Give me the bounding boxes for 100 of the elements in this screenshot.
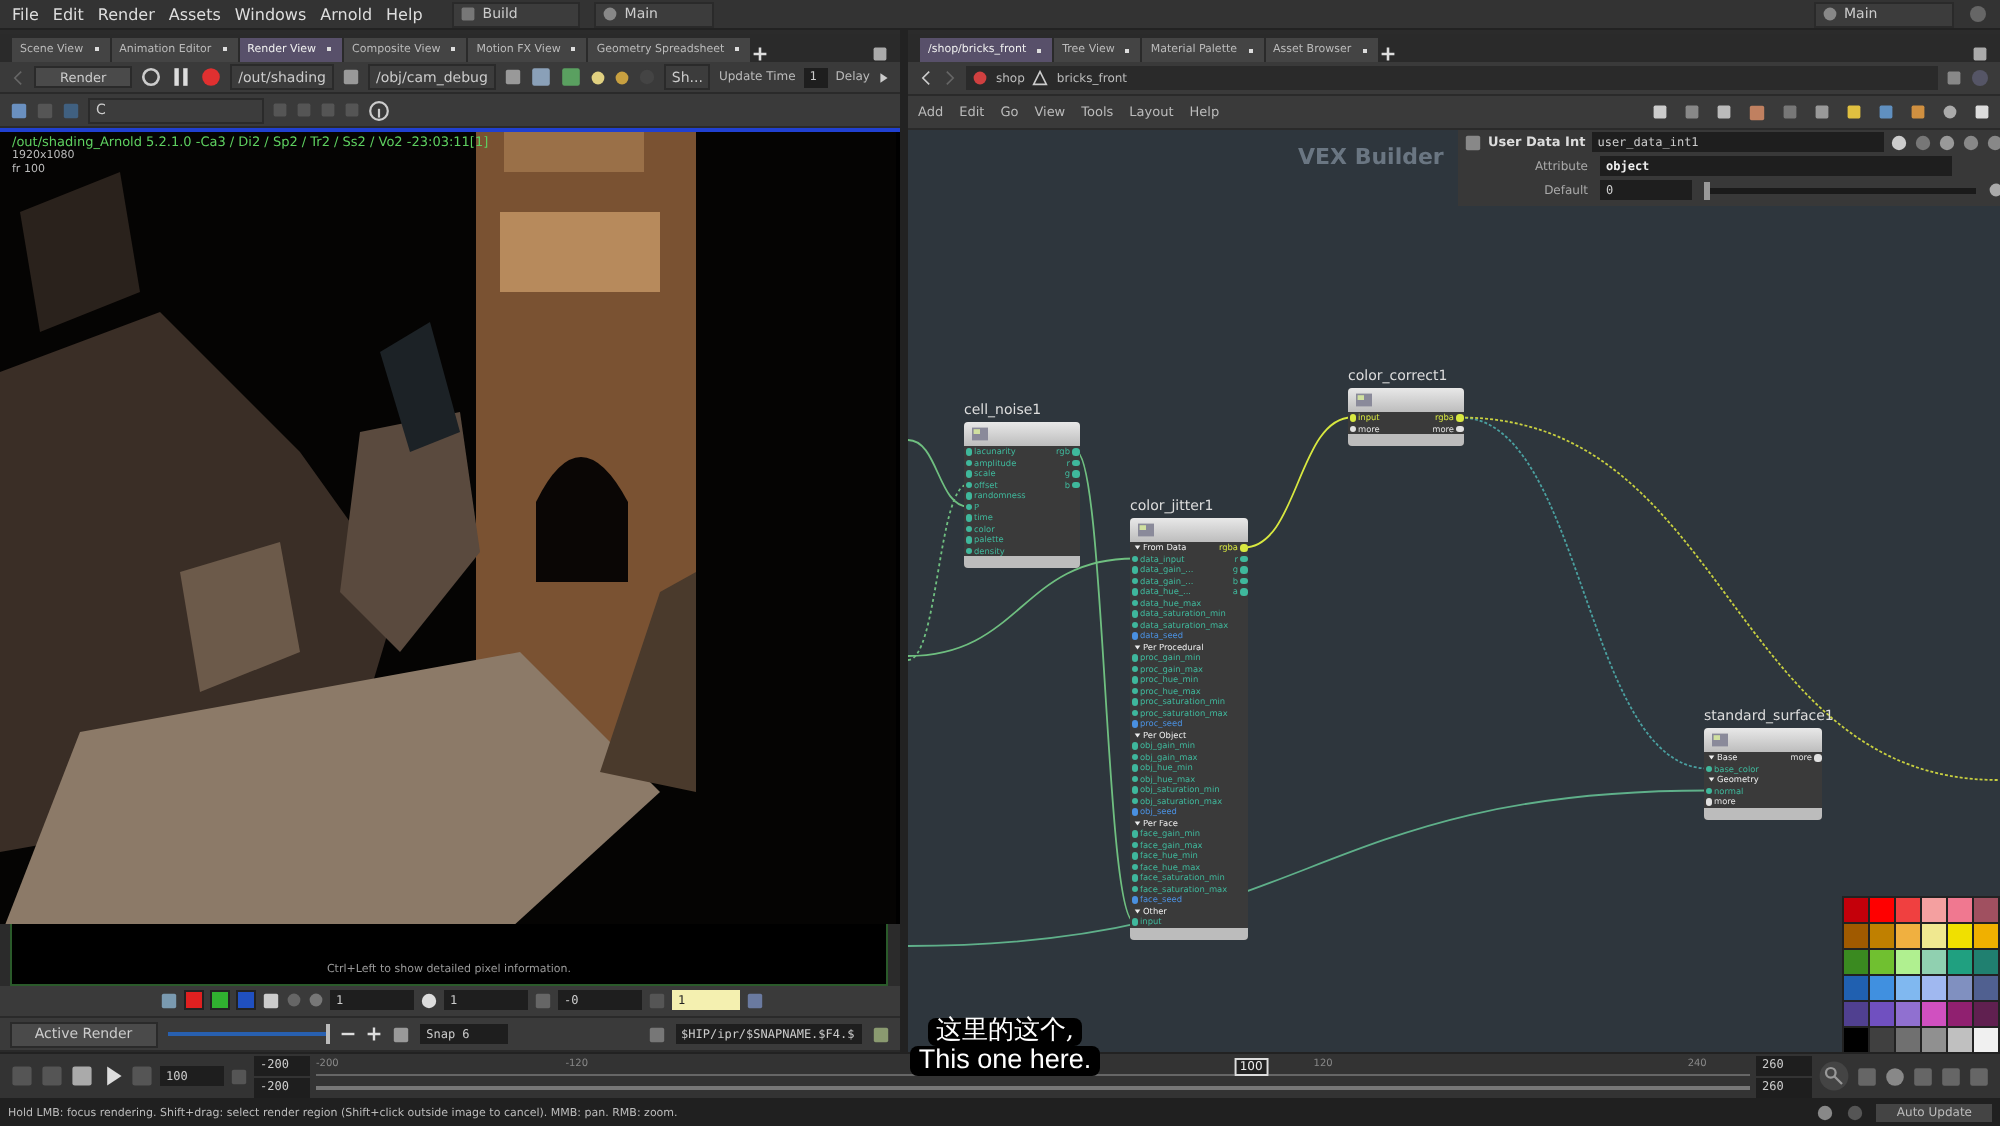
output-port[interactable]: [1240, 555, 1247, 562]
slider-thumb[interactable]: [326, 1024, 331, 1045]
input-port[interactable]: [1131, 698, 1138, 705]
color-swatch[interactable]: [1974, 1028, 1998, 1052]
expand-triangle-icon[interactable]: [1134, 731, 1141, 738]
color-swatch[interactable]: [1974, 898, 1998, 922]
add-tab-icon[interactable]: [752, 45, 769, 62]
menu-item[interactable]: Assets: [168, 5, 221, 23]
input-port[interactable]: [1131, 621, 1138, 628]
menu-item[interactable]: File: [12, 5, 39, 23]
output-port[interactable]: [1240, 577, 1247, 584]
menu-item[interactable]: Edit: [52, 5, 84, 23]
shader-node[interactable]: [1130, 518, 1248, 939]
input-port[interactable]: [1131, 863, 1138, 870]
color-swatch[interactable]: [1974, 1002, 1998, 1026]
input-port[interactable]: [965, 481, 972, 488]
color-swatch[interactable]: [1870, 898, 1894, 922]
input-port[interactable]: [1131, 676, 1138, 683]
input-port[interactable]: [1131, 720, 1138, 727]
contrast-icon[interactable]: [420, 991, 438, 1010]
back-icon[interactable]: [918, 70, 934, 86]
input-port[interactable]: [1131, 599, 1138, 606]
output-port[interactable]: [1072, 459, 1079, 466]
expand-triangle-icon[interactable]: [1134, 907, 1141, 914]
input-port[interactable]: [1705, 787, 1712, 794]
input-port[interactable]: [965, 536, 972, 543]
input-port[interactable]: [965, 470, 972, 477]
input-port[interactable]: [1131, 709, 1138, 716]
menu-item[interactable]: Help: [386, 5, 423, 23]
color-swatch[interactable]: [1922, 1028, 1946, 1052]
input-port[interactable]: [1131, 610, 1138, 617]
expand-triangle-icon[interactable]: [1708, 776, 1715, 783]
add-tab-icon[interactable]: [1379, 46, 1396, 62]
play-icon[interactable]: [878, 71, 890, 84]
input-port[interactable]: [1131, 654, 1138, 661]
color-swatch[interactable]: [1974, 976, 1998, 1000]
color-swatch[interactable]: [1948, 1002, 1972, 1026]
color-swatch[interactable]: [1844, 976, 1868, 1000]
color-swatch[interactable]: [1844, 1002, 1868, 1026]
input-port[interactable]: [1131, 764, 1138, 771]
color-swatch[interactable]: [1948, 976, 1972, 1000]
color-swatch[interactable]: [1844, 898, 1868, 922]
input-port[interactable]: [1349, 425, 1356, 432]
color-swatch[interactable]: [1870, 950, 1894, 974]
color-swatch[interactable]: [1844, 924, 1868, 948]
color-swatch[interactable]: [1922, 924, 1946, 948]
input-port[interactable]: [1131, 665, 1138, 672]
channel-toggle[interactable]: [236, 990, 256, 1011]
input-port[interactable]: [965, 492, 972, 499]
color-swatch[interactable]: [1922, 950, 1946, 974]
expand-triangle-icon[interactable]: [1134, 544, 1141, 551]
input-port[interactable]: [1131, 555, 1138, 562]
color-swatch[interactable]: [1896, 950, 1920, 974]
color-swatch[interactable]: [1844, 950, 1868, 974]
input-port[interactable]: [1131, 808, 1138, 815]
input-port[interactable]: [965, 448, 972, 455]
wire[interactable]: [908, 439, 969, 508]
wire[interactable]: [908, 483, 969, 661]
wire[interactable]: [908, 557, 1135, 657]
input-port[interactable]: [1349, 414, 1356, 421]
color-swatch[interactable]: [1896, 924, 1920, 948]
input-port[interactable]: [1131, 775, 1138, 782]
color-swatch[interactable]: [1896, 1002, 1920, 1026]
input-port[interactable]: [1131, 742, 1138, 749]
color-swatch[interactable]: [1974, 950, 1998, 974]
color-swatch[interactable]: [1870, 1002, 1894, 1026]
color-swatch[interactable]: [1974, 924, 1998, 948]
color-swatch[interactable]: [1870, 1028, 1894, 1052]
key-icon[interactable]: [1818, 1060, 1850, 1092]
color-swatch[interactable]: [1896, 976, 1920, 1000]
input-port[interactable]: [1131, 632, 1138, 639]
expand-triangle-icon[interactable]: [1134, 643, 1141, 650]
expand-triangle-icon[interactable]: [1134, 819, 1141, 826]
menu-item[interactable]: Render: [97, 5, 155, 23]
input-port[interactable]: [1705, 765, 1712, 772]
pause-icon[interactable]: [170, 66, 193, 89]
plus-icon[interactable]: [366, 1026, 383, 1043]
input-port[interactable]: [965, 514, 972, 521]
color-swatch[interactable]: [1948, 950, 1972, 974]
input-port[interactable]: [1131, 753, 1138, 760]
input-port[interactable]: [965, 525, 972, 532]
stop-icon[interactable]: [200, 66, 223, 89]
input-port[interactable]: [1131, 786, 1138, 793]
input-port[interactable]: [1131, 687, 1138, 694]
color-swatch[interactable]: [1922, 898, 1946, 922]
menu-item[interactable]: Windows: [234, 5, 307, 23]
input-port[interactable]: [1131, 797, 1138, 804]
input-port[interactable]: [1131, 588, 1138, 595]
output-port[interactable]: [1072, 481, 1079, 488]
slider-thumb[interactable]: [1704, 181, 1710, 199]
color-swatch[interactable]: [1870, 976, 1894, 1000]
expand-triangle-icon[interactable]: [1708, 754, 1715, 761]
color-swatch[interactable]: [1922, 976, 1946, 1000]
input-port[interactable]: [1131, 885, 1138, 892]
input-port[interactable]: [965, 459, 972, 466]
input-port[interactable]: [1705, 798, 1712, 805]
color-swatch[interactable]: [1896, 1028, 1920, 1052]
color-swatch[interactable]: [1922, 1002, 1946, 1026]
input-port[interactable]: [1131, 577, 1138, 584]
output-port[interactable]: [1456, 425, 1463, 432]
